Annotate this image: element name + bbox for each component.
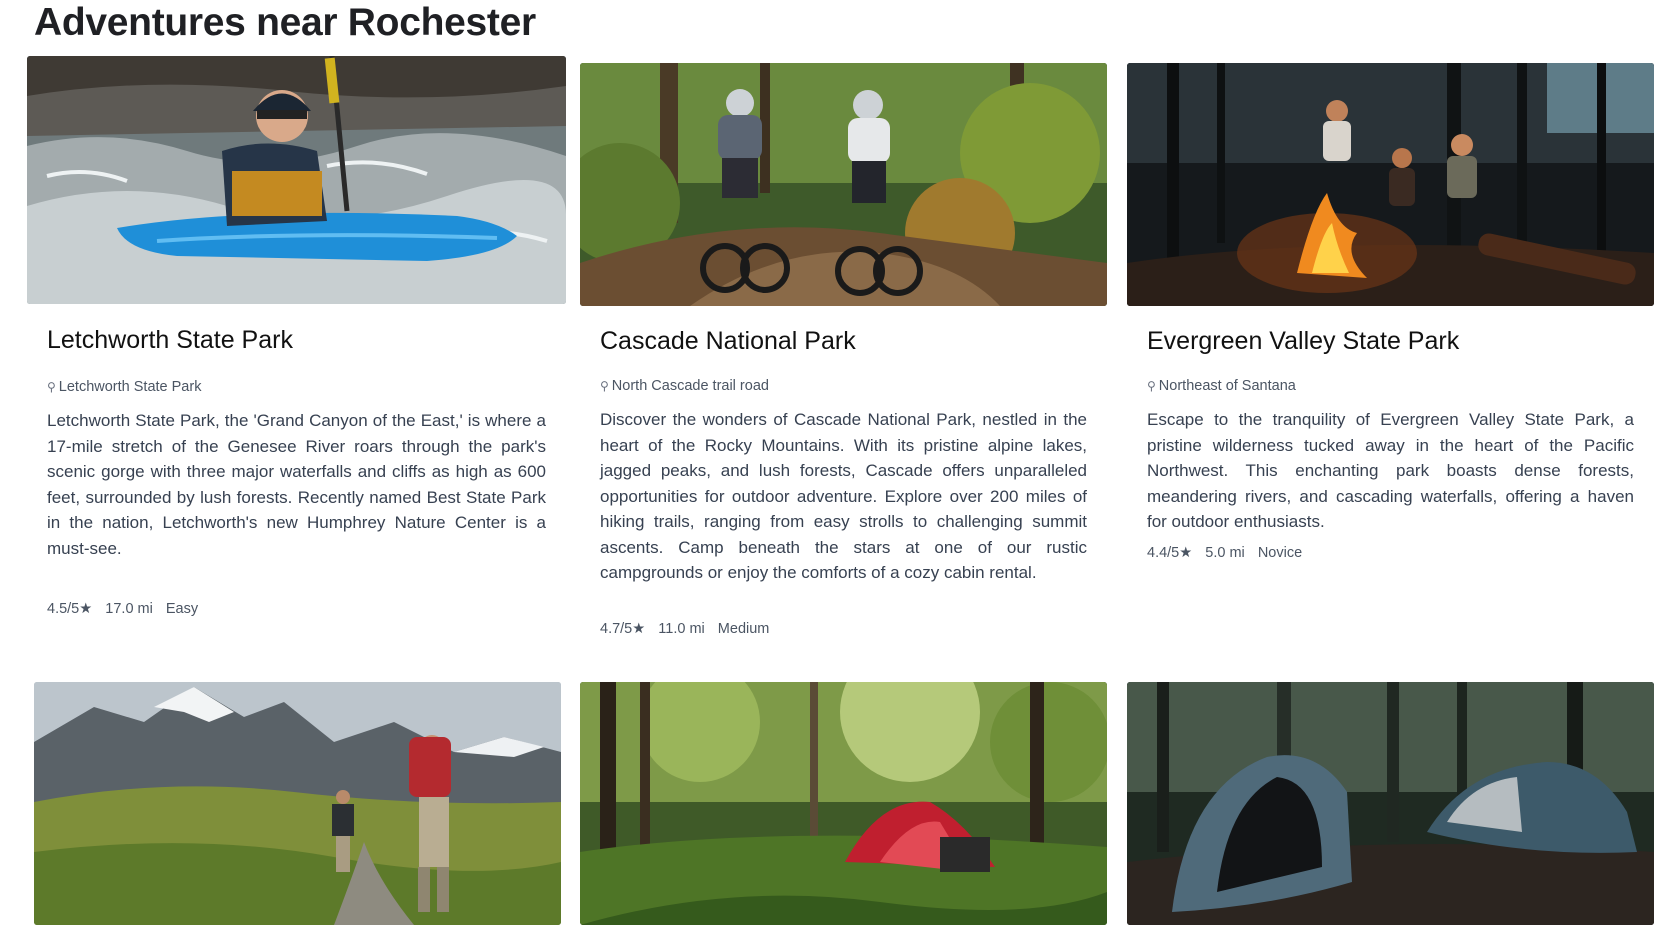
card-location: ⚲ North Cascade trail road: [600, 378, 769, 394]
park-photo[interactable]: [1127, 63, 1654, 306]
distance: 5.0 mi: [1205, 545, 1245, 561]
rating: 4.4/5★: [1147, 545, 1193, 561]
card-description: Escape to the tranquility of Evergreen V…: [1147, 410, 1634, 531]
bikers-photo: [580, 63, 1107, 306]
park-card-evergreen[interactable]: Evergreen Valley State Park ⚲ Northeast o…: [1127, 63, 1654, 583]
park-photo[interactable]: [1127, 682, 1654, 925]
park-photo[interactable]: [580, 682, 1107, 925]
difficulty: Novice: [1257, 545, 1303, 561]
location-pin-icon: ⚲: [600, 379, 609, 393]
park-photo[interactable]: [27, 56, 566, 304]
kayaker-photo: [27, 56, 566, 304]
distance: 11.0 mi: [658, 621, 705, 637]
difficulty: Easy: [165, 601, 199, 617]
hikers-photo: [34, 682, 561, 925]
red-tent-photo: [580, 682, 1107, 925]
card-description: Discover the wonders of Cascade National…: [600, 410, 1087, 582]
park-card-6[interactable]: [1127, 682, 1654, 925]
park-photo[interactable]: [34, 682, 561, 925]
park-card-5[interactable]: [580, 682, 1107, 925]
rating: 4.5/5★: [47, 601, 93, 617]
location-pin-icon: ⚲: [1147, 379, 1156, 393]
card-meta: 4.7/5★ 11.0 mi Medium: [600, 621, 1097, 637]
card-location: ⚲ Northeast of Santana: [1147, 378, 1296, 394]
card-description: Letchworth State Park, the 'Grand Canyon…: [47, 411, 546, 558]
park-card-letchworth[interactable]: Letchworth State Park ⚲ Letchworth State …: [27, 56, 566, 636]
park-card-4[interactable]: [34, 682, 561, 925]
campfire-photo: [1127, 63, 1654, 306]
page-title: Adventures near Rochester: [34, 1, 536, 44]
card-title[interactable]: Cascade National Park: [600, 327, 1087, 356]
card-meta: 4.5/5★ 17.0 mi Easy: [47, 601, 556, 617]
park-photo[interactable]: [580, 63, 1107, 306]
card-title[interactable]: Evergreen Valley State Park: [1147, 327, 1634, 356]
distance: 17.0 mi: [105, 601, 153, 617]
card-location: ⚲ Letchworth State Park: [47, 379, 202, 395]
park-card-cascade[interactable]: Cascade National Park ⚲ North Cascade tra…: [580, 63, 1107, 643]
card-title[interactable]: Letchworth State Park: [47, 326, 546, 355]
rating: 4.7/5★: [600, 621, 646, 637]
location-pin-icon: ⚲: [47, 380, 56, 394]
difficulty: Medium: [717, 621, 770, 637]
tents-photo: [1127, 682, 1654, 925]
card-meta: 4.4/5★ 5.0 mi Novice: [1147, 545, 1644, 561]
